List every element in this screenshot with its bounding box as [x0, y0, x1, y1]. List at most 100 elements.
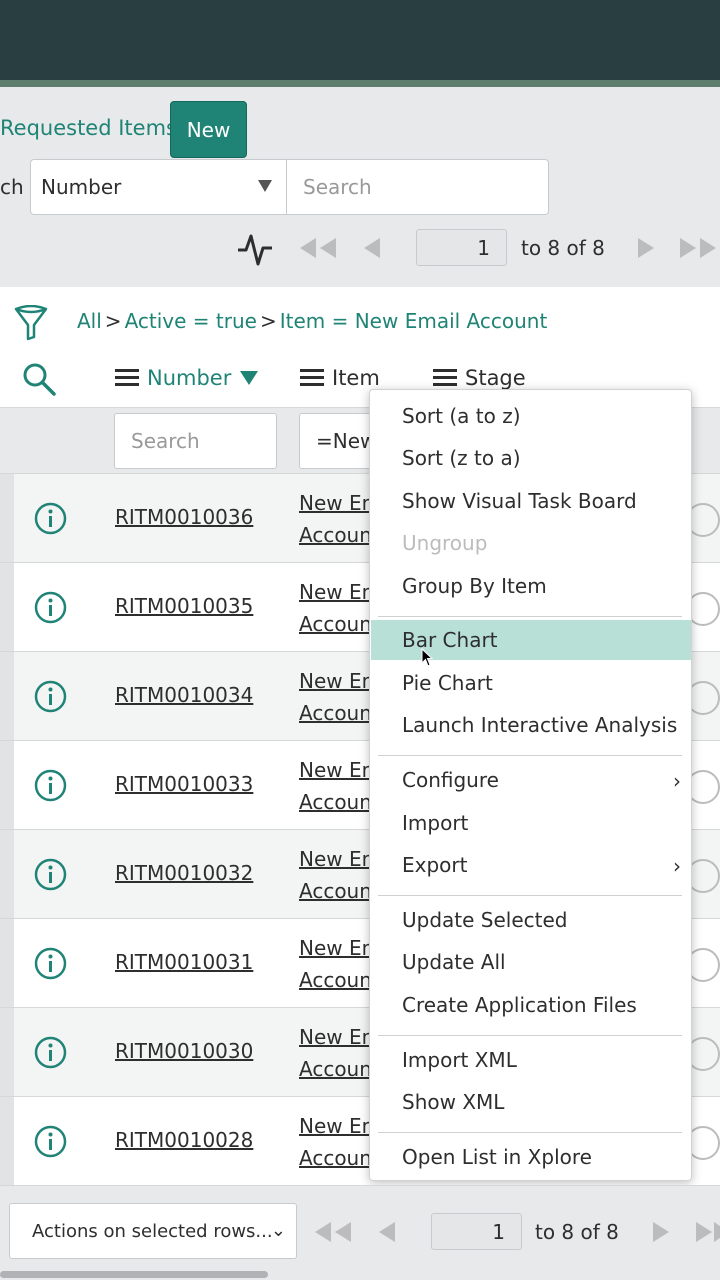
row-select-strip[interactable]	[0, 919, 14, 1007]
breadcrumb-separator: >	[104, 309, 122, 333]
menu-item-update-selected[interactable]: Update Selected	[371, 900, 691, 940]
menu-item-sort-az[interactable]: Sort (a to z)	[371, 396, 691, 436]
menu-item-configure[interactable]: Configure ›	[371, 760, 691, 800]
menu-item-sort-za[interactable]: Sort (z to a)	[371, 438, 691, 478]
chevron-right-icon: ›	[673, 854, 681, 878]
page-number-input[interactable]: 1	[431, 1213, 522, 1250]
column-header-stage[interactable]: Stage	[433, 366, 526, 390]
list-search-input[interactable]: Search	[286, 159, 549, 215]
last-page-icon[interactable]	[678, 236, 720, 260]
info-icon[interactable]	[34, 591, 67, 624]
record-number-link[interactable]: RITM0010033	[115, 772, 253, 796]
breadcrumb-separator: >	[259, 309, 277, 333]
sort-descending-icon	[240, 371, 259, 385]
item-line-2: Accoun	[299, 968, 372, 992]
last-page-icon[interactable]	[694, 1220, 720, 1244]
item-line-2: Accoun	[299, 879, 372, 903]
row-select-strip[interactable]	[0, 474, 14, 562]
record-number-link[interactable]: RITM0010034	[115, 683, 253, 707]
column-menu-icon[interactable]	[115, 369, 139, 387]
info-icon[interactable]	[34, 769, 67, 802]
row-select-strip[interactable]	[0, 741, 14, 829]
page-number-input[interactable]: 1	[416, 229, 507, 266]
search-field-select[interactable]: Number	[30, 159, 287, 215]
menu-item-show-xml[interactable]: Show XML	[371, 1082, 691, 1122]
menu-item-ungroup: Ungroup	[402, 531, 488, 555]
number-column-search-input[interactable]: Search	[114, 413, 277, 469]
column-context-menu: Sort (a to z) Sort (z to a) Show Visual …	[369, 389, 692, 1181]
column-menu-icon[interactable]	[300, 369, 324, 387]
info-icon[interactable]	[34, 1125, 67, 1158]
next-page-icon[interactable]	[634, 236, 658, 260]
menu-item-open-xplore[interactable]: Open List in Xplore	[371, 1137, 691, 1177]
menu-item-create-app-files[interactable]: Create Application Files	[371, 985, 691, 1025]
row-select-strip[interactable]	[0, 1008, 14, 1096]
item-line-2: Accoun	[299, 790, 372, 814]
record-number-link[interactable]: RITM0010032	[115, 861, 253, 885]
record-number-link[interactable]: RITM0010030	[115, 1039, 253, 1063]
info-icon[interactable]	[34, 502, 67, 535]
row-select-strip[interactable]	[0, 830, 14, 918]
info-icon[interactable]	[34, 680, 67, 713]
breadcrumb-active-true[interactable]: Active = true	[125, 309, 257, 333]
info-icon[interactable]	[34, 858, 67, 891]
banner-accent-strip	[0, 80, 720, 87]
menu-divider	[378, 1132, 682, 1133]
first-page-icon[interactable]	[296, 236, 340, 260]
menu-divider	[378, 895, 682, 896]
previous-page-icon[interactable]	[375, 1220, 399, 1244]
record-number-link[interactable]: RITM0010036	[115, 505, 253, 529]
record-number-link[interactable]: RITM0010035	[115, 594, 253, 618]
chevron-down-icon	[258, 180, 272, 192]
record-number-link[interactable]: RITM0010028	[115, 1128, 253, 1152]
item-line-2: Accoun	[299, 1146, 372, 1170]
filter-funnel-icon[interactable]	[14, 305, 48, 341]
menu-divider	[378, 755, 682, 756]
row-select-strip[interactable]	[0, 563, 14, 651]
column-header-item-label[interactable]: Item	[332, 366, 380, 390]
breadcrumb: All > Active = true > Item = New Email Accou…	[77, 309, 547, 333]
column-header-number[interactable]: Number	[115, 366, 259, 390]
menu-item-visual-task-board[interactable]: Show Visual Task Board	[371, 481, 691, 521]
column-header-item[interactable]: Item	[300, 366, 380, 390]
menu-item-export-label: Export	[402, 853, 468, 877]
item-line-2: Accoun	[299, 701, 372, 725]
menu-item-update-all[interactable]: Update All	[371, 942, 691, 982]
search-icon[interactable]	[22, 362, 56, 396]
menu-item-group-by[interactable]: Group By Item	[371, 566, 691, 606]
page-range-text: to 8 of 8	[535, 1220, 619, 1244]
item-line-2: Accoun	[299, 612, 372, 636]
menu-item-pie-chart[interactable]: Pie Chart	[371, 663, 691, 703]
column-header-stage-label[interactable]: Stage	[465, 366, 526, 390]
mouse-pointer-icon	[421, 648, 434, 667]
info-icon[interactable]	[34, 947, 67, 980]
info-icon[interactable]	[34, 1036, 67, 1069]
menu-item-configure-label: Configure	[402, 768, 499, 792]
actions-on-selected-rows-select[interactable]: Actions on selected rows... ⌄	[9, 1203, 297, 1259]
menu-divider	[378, 616, 682, 617]
first-page-icon[interactable]	[311, 1220, 355, 1244]
next-page-icon[interactable]	[649, 1220, 673, 1244]
actions-select-label: Actions on selected rows...	[32, 1220, 273, 1242]
menu-item-import[interactable]: Import	[371, 803, 691, 843]
menu-item-import-xml[interactable]: Import XML	[371, 1040, 691, 1080]
record-number-link[interactable]: RITM0010031	[115, 950, 253, 974]
column-menu-icon[interactable]	[433, 369, 457, 387]
activity-stream-icon[interactable]	[236, 230, 274, 268]
list-title[interactable]: Requested Items	[0, 116, 177, 140]
search-label-fragment: ch	[0, 175, 24, 199]
row-select-strip[interactable]	[0, 652, 14, 740]
search-field-selected: Number	[41, 175, 122, 199]
item-line-2: Accoun	[299, 1057, 372, 1081]
column-header-number-label[interactable]: Number	[147, 366, 231, 390]
menu-item-bar-chart[interactable]: Bar Chart	[371, 620, 691, 660]
menu-item-interactive-analysis[interactable]: Launch Interactive Analysis	[371, 705, 691, 745]
breadcrumb-all[interactable]: All	[77, 309, 102, 333]
breadcrumb-item-condition[interactable]: Item = New Email Account	[280, 309, 548, 333]
menu-item-export[interactable]: Export ›	[371, 845, 691, 885]
previous-page-icon[interactable]	[360, 236, 384, 260]
row-select-strip[interactable]	[0, 1097, 14, 1185]
new-record-button[interactable]: New	[170, 101, 247, 158]
horizontal-scrollbar[interactable]	[0, 1271, 268, 1278]
menu-divider	[378, 1035, 682, 1036]
